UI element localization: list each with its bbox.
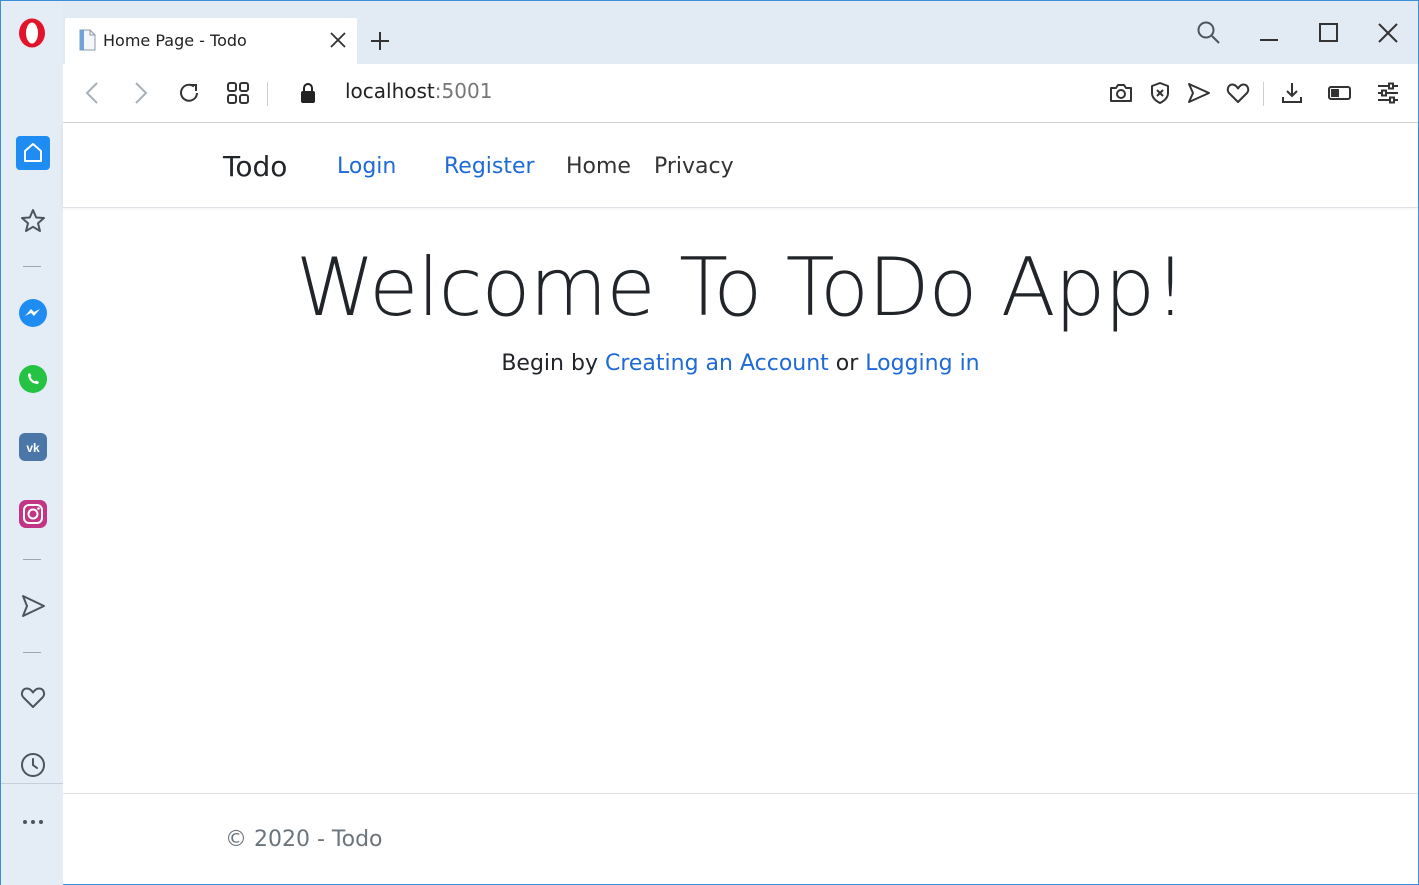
send-icon[interactable] bbox=[16, 589, 50, 623]
begin-text: Begin by bbox=[501, 351, 605, 376]
shield-icon[interactable] bbox=[1147, 80, 1173, 106]
or-text: or bbox=[828, 351, 866, 376]
browser-window: vk Home Page - Todo localhost:5001 Todo … bbox=[0, 0, 1419, 885]
battery-icon[interactable] bbox=[1327, 80, 1353, 106]
opera-logo-icon[interactable] bbox=[17, 17, 47, 49]
page-favicon-icon bbox=[79, 29, 96, 51]
hero-subtitle: Begin by Creating an Account or Logging … bbox=[63, 351, 1418, 376]
tab-strip: Home Page - Todo bbox=[63, 1, 1418, 64]
nav-login-link[interactable]: Login bbox=[337, 154, 396, 179]
reload-icon[interactable] bbox=[176, 80, 202, 106]
tab-home-page[interactable]: Home Page - Todo bbox=[65, 18, 357, 64]
url-port: :5001 bbox=[434, 79, 493, 103]
download-icon[interactable] bbox=[1279, 80, 1305, 106]
heart-icon[interactable] bbox=[1225, 80, 1251, 106]
site-footer: © 2020 - Todo bbox=[63, 793, 1418, 885]
camera-icon[interactable] bbox=[1108, 80, 1134, 106]
forward-icon[interactable] bbox=[127, 80, 153, 106]
create-account-link[interactable]: Creating an Account bbox=[605, 351, 829, 376]
minimize-icon[interactable] bbox=[1255, 19, 1283, 47]
vk-icon[interactable]: vk bbox=[16, 430, 50, 464]
address-toolbar: localhost:5001 bbox=[63, 64, 1418, 123]
star-icon[interactable] bbox=[16, 204, 50, 238]
url-host: localhost bbox=[345, 79, 435, 103]
lock-icon[interactable] bbox=[295, 80, 321, 106]
maximize-icon[interactable] bbox=[1315, 19, 1343, 47]
close-icon[interactable] bbox=[1374, 19, 1402, 47]
page-title: Welcome To ToDo App! bbox=[295, 241, 1187, 334]
send-icon[interactable] bbox=[1186, 80, 1212, 106]
heart-icon[interactable] bbox=[16, 680, 50, 714]
nav-privacy-link[interactable]: Privacy bbox=[654, 154, 734, 179]
url-field[interactable]: localhost:5001 bbox=[345, 79, 492, 103]
messenger-icon[interactable] bbox=[16, 296, 50, 330]
back-icon[interactable] bbox=[80, 80, 106, 106]
instagram-icon[interactable] bbox=[16, 497, 50, 531]
site-navbar: Todo Login Register Home Privacy bbox=[63, 123, 1418, 208]
search-icon[interactable] bbox=[1195, 19, 1223, 47]
brand-link[interactable]: Todo bbox=[223, 150, 287, 183]
footer-copyright: © 2020 - Todo bbox=[225, 827, 383, 852]
speed-dial-icon[interactable] bbox=[225, 80, 251, 106]
whatsapp-icon[interactable] bbox=[16, 362, 50, 396]
nav-home-link[interactable]: Home bbox=[566, 154, 631, 179]
web-page: Todo Login Register Home Privacy Welcome… bbox=[63, 123, 1418, 884]
svg-text:vk: vk bbox=[26, 441, 40, 455]
tab-title: Home Page - Todo bbox=[103, 31, 247, 50]
more-icon[interactable] bbox=[16, 805, 50, 839]
nav-register-link[interactable]: Register bbox=[444, 154, 535, 179]
close-tab-icon[interactable] bbox=[328, 30, 348, 50]
home-icon[interactable] bbox=[16, 136, 50, 170]
sidebar: vk bbox=[1, 1, 63, 885]
clock-icon[interactable] bbox=[16, 748, 50, 782]
new-tab-icon[interactable] bbox=[368, 29, 392, 53]
settings-icon[interactable] bbox=[1375, 80, 1401, 106]
login-link[interactable]: Logging in bbox=[865, 351, 979, 376]
